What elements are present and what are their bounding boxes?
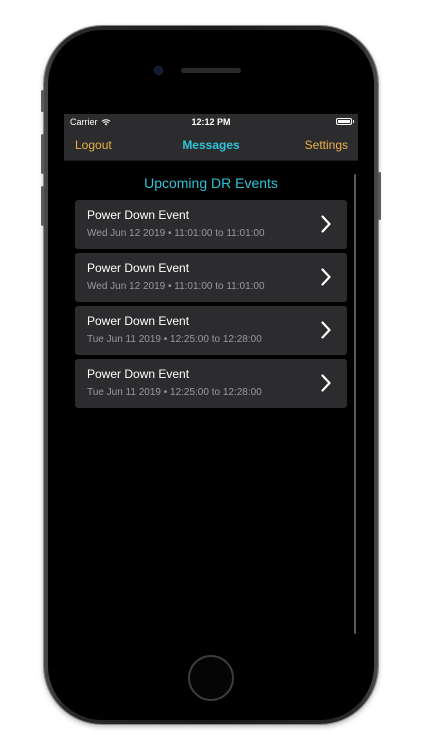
home-button[interactable] xyxy=(188,655,234,701)
section-title: Upcoming DR Events xyxy=(144,175,278,191)
front-camera xyxy=(154,66,163,75)
event-subtitle: Tue Jun 11 2019 • 12:25:00 to 12:28:00 xyxy=(87,387,262,398)
volume-down-button xyxy=(41,186,44,226)
power-button xyxy=(378,172,381,220)
battery-icon xyxy=(336,118,354,125)
silent-switch xyxy=(41,90,44,112)
event-subtitle: Wed Jun 12 2019 • 11:01:00 to 11:01:00 xyxy=(87,281,265,292)
status-time: 12:12 PM xyxy=(191,117,231,127)
event-title: Power Down Event xyxy=(87,208,190,222)
event-row[interactable]: Power Down Event Wed Jun 12 2019 • 11:01… xyxy=(75,200,347,249)
event-row[interactable]: Power Down Event Wed Jun 12 2019 • 11:01… xyxy=(75,253,347,302)
event-row[interactable]: Power Down Event Tue Jun 11 2019 • 12:25… xyxy=(75,306,347,355)
event-subtitle: Tue Jun 11 2019 • 12:25:00 to 12:28:00 xyxy=(87,334,262,345)
event-subtitle: Wed Jun 12 2019 • 11:01:00 to 11:01:00 xyxy=(87,228,265,239)
chevron-right-icon xyxy=(321,321,331,339)
settings-button[interactable]: Settings xyxy=(305,138,348,152)
scroll-indicator[interactable] xyxy=(354,174,356,634)
event-title: Power Down Event xyxy=(87,261,190,275)
event-title: Power Down Event xyxy=(87,314,190,328)
app-screen: Carrier 12:12 PM Logout Messages Setting… xyxy=(64,114,358,638)
event-list: Power Down Event Wed Jun 12 2019 • 11:01… xyxy=(64,200,358,408)
chevron-right-icon xyxy=(321,215,331,233)
volume-up-button xyxy=(41,134,44,174)
event-title: Power Down Event xyxy=(87,367,190,381)
earpiece-speaker xyxy=(181,68,241,73)
chevron-right-icon xyxy=(321,374,331,392)
event-row[interactable]: Power Down Event Tue Jun 11 2019 • 12:25… xyxy=(75,359,347,408)
chevron-right-icon xyxy=(321,268,331,286)
battery-fill xyxy=(338,120,350,123)
navigation-bar: Logout Messages Settings xyxy=(64,130,358,161)
status-bar: Carrier 12:12 PM xyxy=(64,114,358,130)
